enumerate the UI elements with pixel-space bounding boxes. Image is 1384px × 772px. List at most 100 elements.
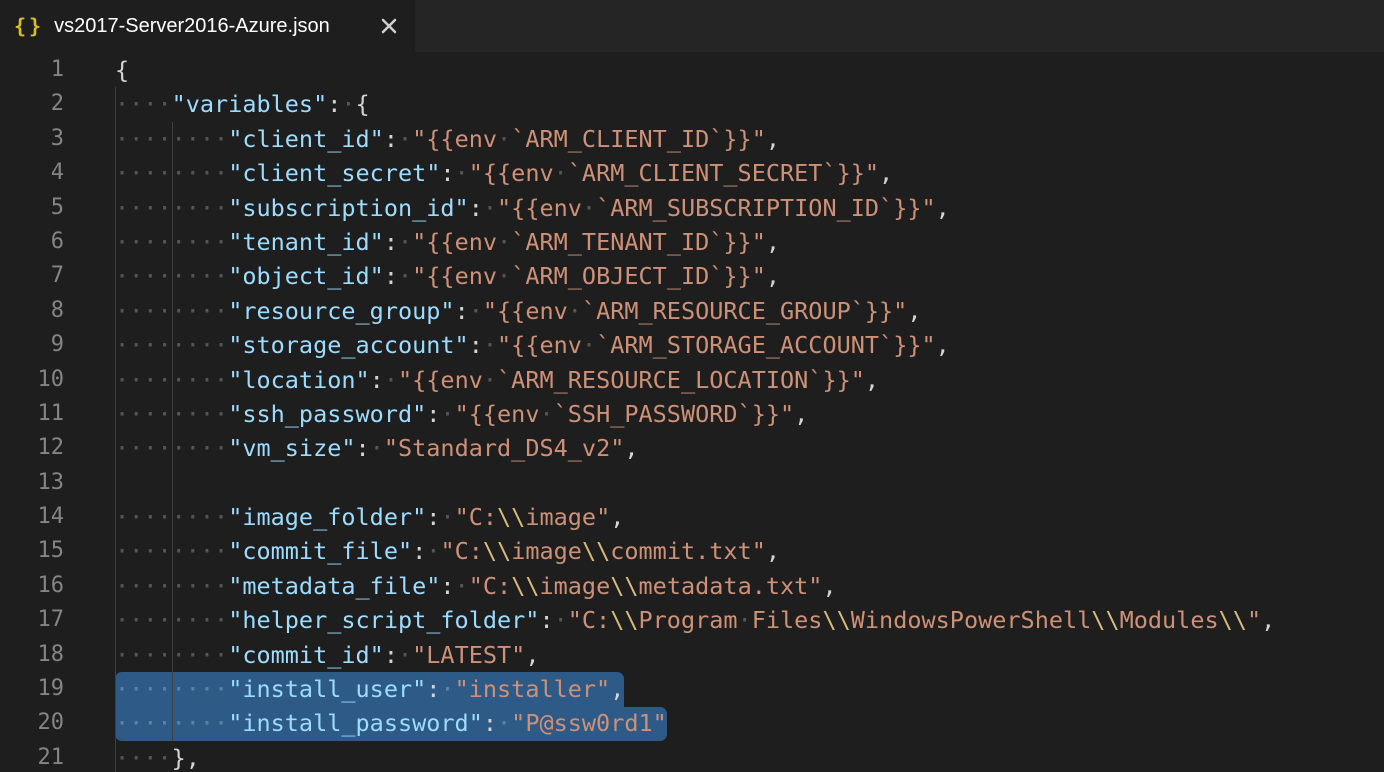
code-line[interactable]: 3········"client_id":·"{{env·`ARM_CLIENT… <box>0 122 1384 156</box>
line-number[interactable]: 3 <box>0 122 64 156</box>
code-line[interactable]: 5········"subscription_id":·"{{env·`ARM_… <box>0 191 1384 225</box>
code-lines: 1{2····"variables":·{3········"client_id… <box>0 53 1384 772</box>
whitespace-dots: ········ <box>115 194 228 222</box>
json-braces-file-icon: {} <box>14 14 44 38</box>
whitespace-dots: ········ <box>115 159 228 187</box>
code-line[interactable]: 20 ········"install_password":·"P@ssw0rd1… <box>0 706 1384 740</box>
code-text: ········"commit_id":·"LATEST", <box>115 638 539 672</box>
code-line[interactable]: 11········"ssh_password":·"{{env·`SSH_PA… <box>0 397 1384 431</box>
line-number[interactable]: 16 <box>0 569 64 603</box>
line-number[interactable]: 19 <box>0 672 64 706</box>
whitespace-dots: · <box>440 675 454 703</box>
line-number[interactable]: 20 <box>0 706 64 740</box>
line-number[interactable]: 9 <box>0 328 64 362</box>
whitespace-dots: · <box>398 125 412 153</box>
line-number[interactable]: 7 <box>0 259 64 293</box>
code-line[interactable]: 6········"tenant_id":·"{{env·`ARM_TENANT… <box>0 225 1384 259</box>
code-line[interactable]: 14 ········"image_folder":·"C:\\image", <box>0 500 1384 534</box>
code-line[interactable]: 15········"commit_file":·"C:\\image\\com… <box>0 534 1384 568</box>
editor-tab-bar: {} vs2017-Server2016-Azure.json <box>0 0 1384 52</box>
whitespace-dots: ········ <box>115 709 228 737</box>
line-number[interactable]: 4 <box>0 156 64 190</box>
code-text: ········"helper_script_folder":·"C:\\Pro… <box>115 603 1275 637</box>
code-text: ········"install_password":·"P@ssw0rd1" <box>115 706 667 740</box>
code-line[interactable]: 16 ········"metadata_file":·"C:\\image\\m… <box>0 569 1384 603</box>
whitespace-dots: · <box>398 262 412 290</box>
code-line[interactable]: 19 ········"install_user":·"installer", <box>0 672 1384 706</box>
line-number[interactable]: 21 <box>0 741 64 772</box>
whitespace-dots: ········ <box>115 400 228 428</box>
whitespace-dots: ········ <box>115 572 228 600</box>
whitespace-dots: ···· <box>115 90 172 118</box>
whitespace-dots: · <box>455 572 469 600</box>
whitespace-dots: · <box>440 503 454 531</box>
code-line[interactable]: 17 ········"helper_script_folder":·"C:\\P… <box>0 603 1384 637</box>
code-line[interactable]: 1{ <box>0 53 1384 87</box>
whitespace-dots: ········ <box>115 537 228 565</box>
line-number[interactable]: 1 <box>0 53 64 87</box>
whitespace-dots: ········ <box>115 675 228 703</box>
code-text: ········"image_folder":·"C:\\image", <box>115 500 624 534</box>
code-line[interactable]: 21 ····}, <box>0 741 1384 772</box>
code-text: ········"metadata_file":·"C:\\image\\met… <box>115 569 837 603</box>
code-line[interactable]: 8········"resource_group":·"{{env·`ARM_R… <box>0 294 1384 328</box>
tab-vs2017-server2016-azure-json[interactable]: {} vs2017-Server2016-Azure.json <box>0 0 415 52</box>
whitespace-dots: · <box>341 90 355 118</box>
close-tab-icon[interactable] <box>379 16 399 36</box>
code-text: { <box>115 53 129 87</box>
code-line[interactable]: 10········"location":·"{{env·`ARM_RESOUR… <box>0 363 1384 397</box>
code-line[interactable]: 18 ········"commit_id":·"LATEST", <box>0 638 1384 672</box>
whitespace-dots: ········ <box>115 606 228 634</box>
whitespace-dots: ········ <box>115 503 228 531</box>
whitespace-dots: ········ <box>115 262 228 290</box>
whitespace-dots: · <box>539 400 553 428</box>
line-number[interactable]: 17 <box>0 603 64 637</box>
whitespace-dots: · <box>483 331 497 359</box>
whitespace-dots: · <box>398 641 412 669</box>
whitespace-dots: ···· <box>115 744 172 772</box>
line-number[interactable]: 15 <box>0 534 64 568</box>
code-text: ········"subscription_id":·"{{env·`ARM_S… <box>115 191 950 225</box>
line-number[interactable]: 11 <box>0 397 64 431</box>
whitespace-dots: ········ <box>115 228 228 256</box>
whitespace-dots: ········ <box>115 366 228 394</box>
whitespace-dots: ········ <box>115 434 228 462</box>
whitespace-dots: · <box>554 606 568 634</box>
whitespace-dots: · <box>497 262 511 290</box>
code-editor[interactable]: 1{2····"variables":·{3········"client_id… <box>0 52 1384 772</box>
whitespace-dots: · <box>582 194 596 222</box>
whitespace-dots: · <box>440 400 454 428</box>
code-text: ········"storage_account":·"{{env·`ARM_S… <box>115 328 950 362</box>
line-number[interactable]: 10 <box>0 363 64 397</box>
code-text: ········"client_id":·"{{env·`ARM_CLIENT_… <box>115 122 780 156</box>
whitespace-dots: · <box>483 194 497 222</box>
whitespace-dots: · <box>398 228 412 256</box>
whitespace-dots: · <box>497 709 511 737</box>
line-number[interactable]: 8 <box>0 294 64 328</box>
code-text: ········"ssh_password":·"{{env·`SSH_PASS… <box>115 397 808 431</box>
whitespace-dots: · <box>554 159 568 187</box>
vscode-window: {} vs2017-Server2016-Azure.json 1{2····"… <box>0 0 1384 772</box>
line-number[interactable]: 12 <box>0 431 64 465</box>
code-text: ········"install_user":·"installer", <box>115 672 624 706</box>
line-number[interactable]: 13 <box>0 466 64 500</box>
line-number[interactable]: 6 <box>0 225 64 259</box>
whitespace-dots: · <box>426 537 440 565</box>
line-number[interactable]: 18 <box>0 638 64 672</box>
code-line[interactable]: 9 ········"storage_account":·"{{env·`ARM_… <box>0 328 1384 362</box>
code-line[interactable]: 4········"client_secret":·"{{env·`ARM_CL… <box>0 156 1384 190</box>
whitespace-dots: · <box>497 125 511 153</box>
code-text: ····"variables":·{ <box>115 87 370 121</box>
line-number[interactable]: 2 <box>0 87 64 121</box>
code-line[interactable]: 7········"object_id":·"{{env·`ARM_OBJECT… <box>0 259 1384 293</box>
line-number[interactable]: 14 <box>0 500 64 534</box>
line-number[interactable]: 5 <box>0 191 64 225</box>
whitespace-dots: · <box>568 297 582 325</box>
code-line[interactable]: 13 <box>0 466 1384 500</box>
code-line[interactable]: 12········"vm_size":·"Standard_DS4_v2", <box>0 431 1384 465</box>
whitespace-dots: ········ <box>115 331 228 359</box>
code-text: ····}, <box>115 741 200 772</box>
tab-filename: vs2017-Server2016-Azure.json <box>54 15 330 38</box>
code-text: ········"object_id":·"{{env·`ARM_OBJECT_… <box>115 259 780 293</box>
code-line[interactable]: 2 ····"variables":·{ <box>0 87 1384 121</box>
